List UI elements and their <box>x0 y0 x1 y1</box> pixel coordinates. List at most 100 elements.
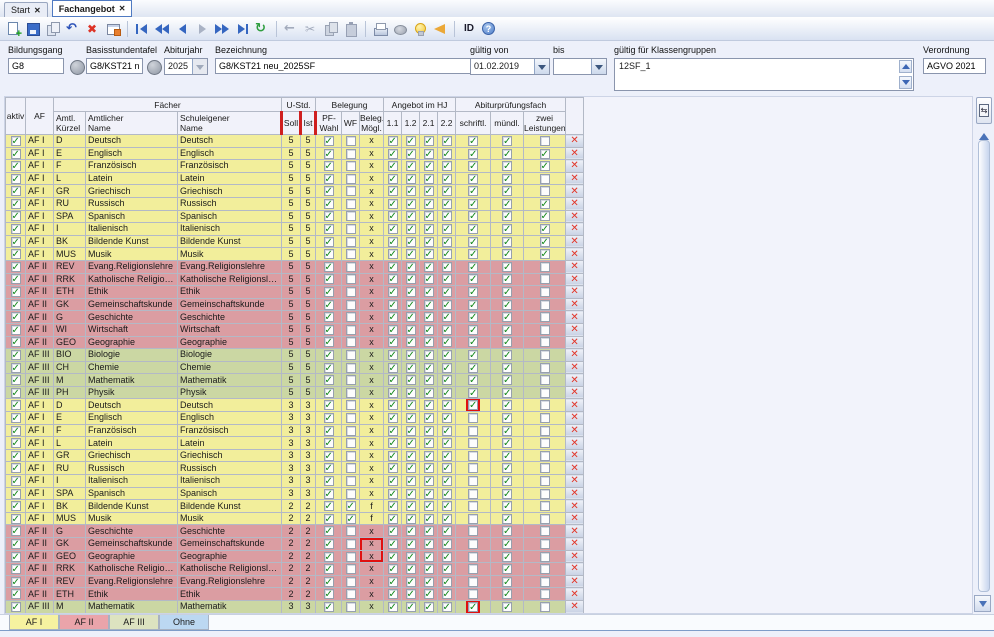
checkbox-aktiv[interactable]: ✓ <box>11 300 21 310</box>
table-row[interactable]: ✓AF IMUSMusikMusik55✓x✓✓✓✓✓✓✓✕ <box>6 248 584 261</box>
checkbox-pf-wahl[interactable]: ✓ <box>324 426 334 436</box>
checkbox-hj-2-2[interactable]: ✓ <box>442 363 452 373</box>
checkbox-pf-wahl[interactable]: ✓ <box>324 438 334 448</box>
checkbox-zwei-leistungen[interactable] <box>540 325 550 335</box>
checkbox-hj-2-1[interactable]: ✓ <box>424 426 434 436</box>
checkbox-hj-2-2[interactable]: ✓ <box>442 224 452 234</box>
checkbox-hj-2-2[interactable]: ✓ <box>442 476 452 486</box>
checkbox-hj-1-2[interactable]: ✓ <box>406 199 416 209</box>
new-record-button[interactable] <box>3 19 23 39</box>
checkbox-pf-wahl[interactable]: ✓ <box>324 199 334 209</box>
checkbox-pf-wahl[interactable]: ✓ <box>324 149 334 159</box>
checkbox-hj-2-1[interactable]: ✓ <box>424 400 434 410</box>
checkbox-hj-2-1[interactable]: ✓ <box>424 149 434 159</box>
column-header[interactable]: mündl. <box>491 112 524 135</box>
checkbox-aktiv[interactable]: ✓ <box>11 174 21 184</box>
bildungsgang-lookup-button[interactable] <box>70 60 85 75</box>
checkbox-schriftlich[interactable] <box>468 501 478 511</box>
checkbox-wf[interactable] <box>346 237 356 247</box>
checkbox-muendlich[interactable]: ✓ <box>502 589 512 599</box>
checkbox-hj-1-1[interactable]: ✓ <box>388 262 398 272</box>
checkbox-hj-2-1[interactable]: ✓ <box>424 514 434 524</box>
klassengruppen-box[interactable]: 12SF_1 <box>614 58 914 91</box>
checkbox-aktiv[interactable]: ✓ <box>11 426 21 436</box>
delete-row-button[interactable]: ✕ <box>566 375 583 386</box>
scrollbar-up-icon[interactable] <box>979 128 989 140</box>
checkbox-hj-2-2[interactable]: ✓ <box>442 539 452 549</box>
checkbox-aktiv[interactable]: ✓ <box>11 400 21 410</box>
delete-row-button[interactable]: ✕ <box>566 135 583 146</box>
checkbox-hj-1-2[interactable]: ✓ <box>406 564 416 574</box>
checkbox-hj-1-1[interactable]: ✓ <box>388 589 398 599</box>
delete-record-button[interactable] <box>83 19 103 39</box>
checkbox-muendlich[interactable]: ✓ <box>502 564 512 574</box>
checkbox-hj-1-2[interactable]: ✓ <box>406 589 416 599</box>
table-row[interactable]: ✓AF IIItalienischItalienisch55✓x✓✓✓✓✓✓✓✕ <box>6 223 584 236</box>
checkbox-zwei-leistungen[interactable]: ✓ <box>540 161 550 171</box>
checkbox-schriftlich[interactable] <box>468 438 478 448</box>
checkbox-wf[interactable] <box>346 262 356 272</box>
checkbox-wf[interactable] <box>346 602 356 612</box>
table-row[interactable]: ✓AF IGRGriechischGriechisch33✓x✓✓✓✓✓✕ <box>6 449 584 462</box>
checkbox-hj-2-2[interactable]: ✓ <box>442 136 452 146</box>
checkbox-hj-1-2[interactable]: ✓ <box>406 514 416 524</box>
checkbox-pf-wahl[interactable]: ✓ <box>324 350 334 360</box>
checkbox-pf-wahl[interactable]: ✓ <box>324 249 334 259</box>
table-row[interactable]: ✓AF IIGGeschichteGeschichte55✓x✓✓✓✓✓✓✕ <box>6 311 584 324</box>
checkbox-schriftlich[interactable] <box>468 539 478 549</box>
table-row[interactable]: ✓AF IIICHChemieChemie55✓x✓✓✓✓✓✓✕ <box>6 361 584 374</box>
checkbox-schriftlich[interactable] <box>468 577 478 587</box>
column-header[interactable]: 2.1 <box>420 112 438 135</box>
checkbox-hj-1-1[interactable]: ✓ <box>388 199 398 209</box>
checkbox-schriftlich[interactable]: ✓ <box>468 325 478 335</box>
checkbox-hj-1-2[interactable]: ✓ <box>406 476 416 486</box>
checkbox-aktiv[interactable]: ✓ <box>11 564 21 574</box>
checkbox-aktiv[interactable]: ✓ <box>11 274 21 284</box>
checkbox-wf[interactable] <box>346 426 356 436</box>
checkbox-zwei-leistungen[interactable] <box>540 337 550 347</box>
delete-row-button[interactable]: ✕ <box>566 400 583 411</box>
checkbox-hj-2-2[interactable]: ✓ <box>442 312 452 322</box>
checkbox-muendlich[interactable]: ✓ <box>502 363 512 373</box>
delete-row-button[interactable]: ✕ <box>566 362 583 373</box>
table-row[interactable]: ✓AF IEEnglischEnglisch33✓x✓✓✓✓✓✕ <box>6 412 584 425</box>
checkbox-zwei-leistungen[interactable] <box>540 350 550 360</box>
af-filter-tab-af-iii[interactable]: AF III <box>109 615 159 630</box>
checkbox-schriftlich[interactable] <box>468 489 478 499</box>
table-row[interactable]: ✓AF IIItalienischItalienisch33✓x✓✓✓✓✓✕ <box>6 475 584 488</box>
table-row[interactable]: ✓AF ISPASpanischSpanisch33✓x✓✓✓✓✓✕ <box>6 487 584 500</box>
checkbox-wf[interactable] <box>346 312 356 322</box>
checkbox-muendlich[interactable]: ✓ <box>502 463 512 473</box>
checkbox-aktiv[interactable]: ✓ <box>11 489 21 499</box>
checkbox-schriftlich[interactable] <box>468 476 478 486</box>
checkbox-zwei-leistungen[interactable] <box>540 174 550 184</box>
checkbox-zwei-leistungen[interactable] <box>540 363 550 373</box>
checkbox-pf-wahl[interactable]: ✓ <box>324 174 334 184</box>
checkbox-hj-1-1[interactable]: ✓ <box>388 426 398 436</box>
checkbox-hj-2-1[interactable]: ✓ <box>424 489 434 499</box>
checkbox-pf-wahl[interactable]: ✓ <box>324 237 334 247</box>
checkbox-hj-1-2[interactable]: ✓ <box>406 501 416 511</box>
scrollbar-down-button[interactable] <box>974 595 991 612</box>
checkbox-wf[interactable] <box>346 161 356 171</box>
checkbox-zwei-leistungen[interactable] <box>540 375 550 385</box>
checkbox-hj-1-2[interactable]: ✓ <box>406 350 416 360</box>
checkbox-hj-1-2[interactable]: ✓ <box>406 136 416 146</box>
checkbox-aktiv[interactable]: ✓ <box>11 149 21 159</box>
checkbox-wf[interactable] <box>346 186 356 196</box>
checkbox-hj-2-1[interactable]: ✓ <box>424 312 434 322</box>
table-row[interactable]: ✓AF IEEnglischEnglisch55✓x✓✓✓✓✓✓✓✕ <box>6 147 584 160</box>
delete-row-button[interactable]: ✕ <box>566 324 583 335</box>
checkbox-wf[interactable] <box>346 375 356 385</box>
checkbox-hj-2-1[interactable]: ✓ <box>424 325 434 335</box>
checkbox-hj-2-1[interactable]: ✓ <box>424 199 434 209</box>
af-filter-tab-af-i[interactable]: AF I <box>9 615 59 630</box>
column-header[interactable]: WF <box>342 112 360 135</box>
checkbox-muendlich[interactable]: ✓ <box>502 161 512 171</box>
checkbox-hj-1-1[interactable]: ✓ <box>388 312 398 322</box>
checkbox-zwei-leistungen[interactable] <box>540 577 550 587</box>
checkbox-zwei-leistungen[interactable] <box>540 136 550 146</box>
delete-row-button[interactable]: ✕ <box>566 249 583 260</box>
checkbox-hj-1-2[interactable]: ✓ <box>406 426 416 436</box>
delete-row-button[interactable]: ✕ <box>566 551 583 562</box>
